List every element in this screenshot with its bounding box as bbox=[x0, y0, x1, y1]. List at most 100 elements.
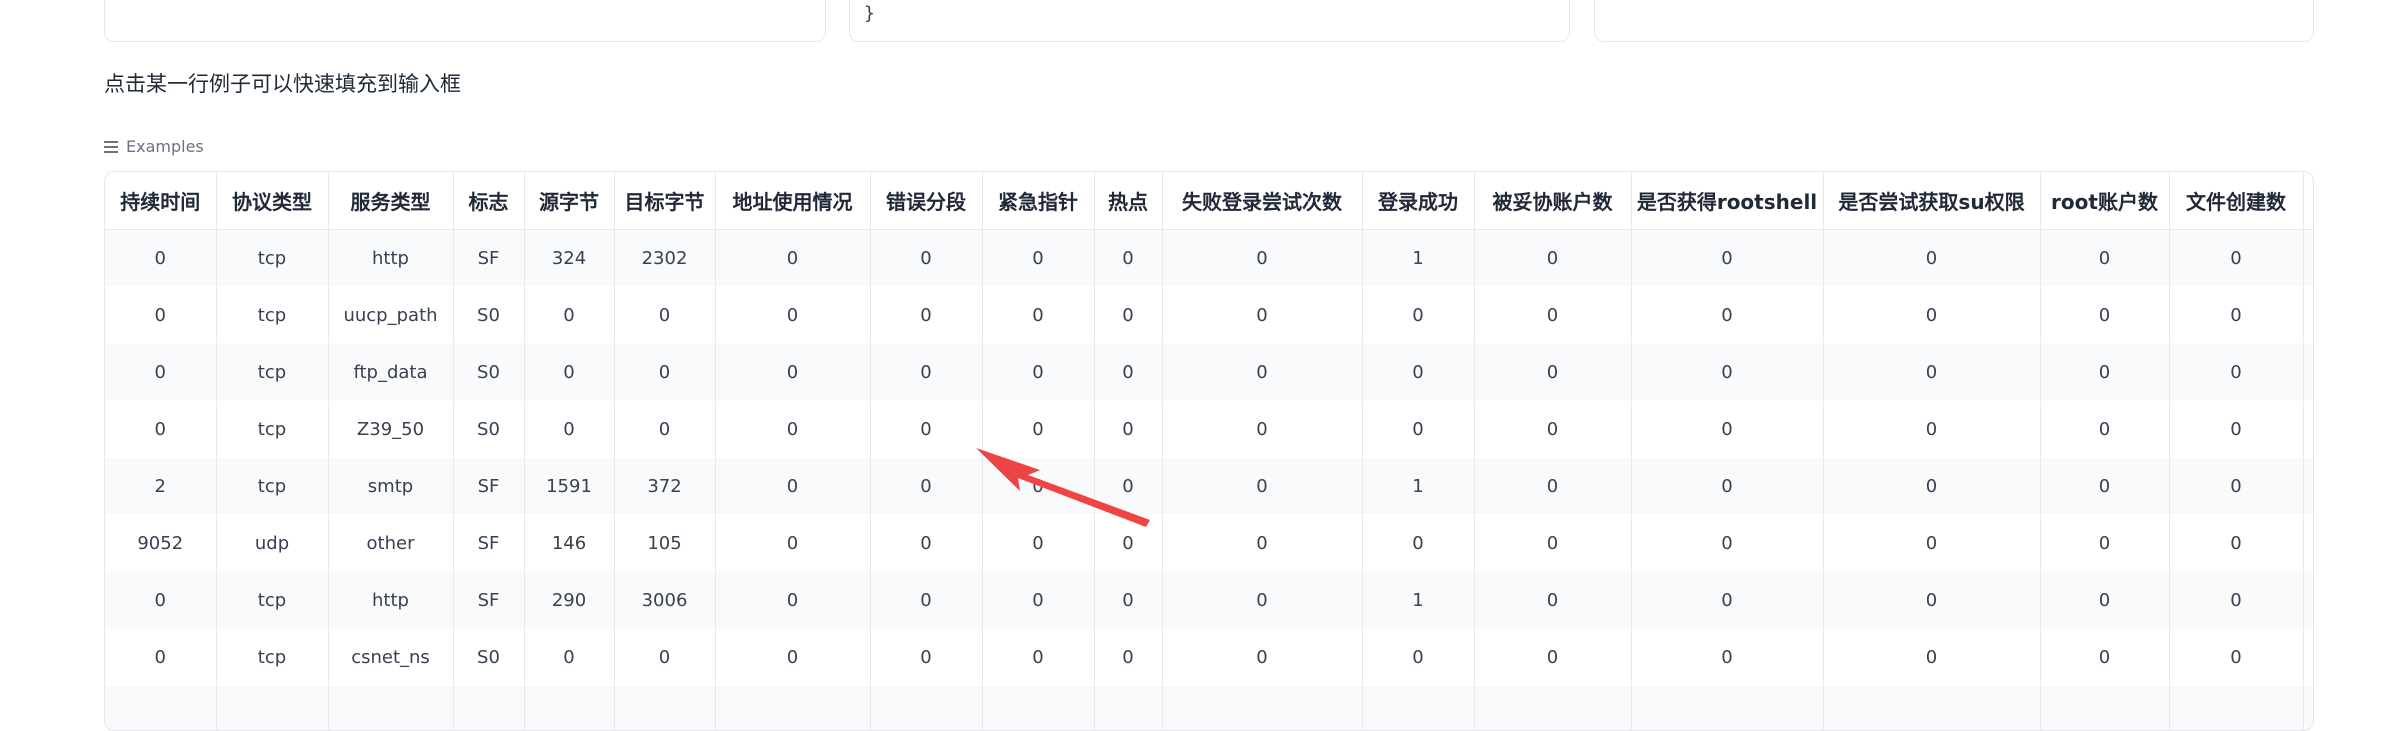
table-cell[interactable] bbox=[1094, 686, 1162, 731]
table-cell[interactable]: uucp_path bbox=[328, 287, 453, 344]
table-cell[interactable]: other bbox=[328, 515, 453, 572]
table-cell[interactable]: 0 bbox=[1474, 458, 1631, 515]
table-cell[interactable]: 0 bbox=[870, 287, 982, 344]
table-cell[interactable]: S0 bbox=[453, 401, 524, 458]
table-cell[interactable]: tcp bbox=[216, 458, 328, 515]
table-cell[interactable]: 3006 bbox=[614, 572, 715, 629]
table-cell[interactable]: 0 bbox=[1094, 629, 1162, 686]
table-row[interactable]: 0tcpZ39_50S00000000000000 bbox=[105, 401, 2314, 458]
table-cell[interactable]: tcp bbox=[216, 629, 328, 686]
table-cell[interactable]: 324 bbox=[524, 230, 614, 287]
table-cell[interactable]: 0 bbox=[614, 287, 715, 344]
table-cell[interactable]: tcp bbox=[216, 230, 328, 287]
table-cell[interactable]: 1591 bbox=[524, 458, 614, 515]
table-cell[interactable]: 0 bbox=[2040, 401, 2169, 458]
table-cell[interactable]: 0 bbox=[715, 230, 870, 287]
table-cell[interactable]: S0 bbox=[453, 629, 524, 686]
table-cell[interactable]: 0 bbox=[1823, 401, 2040, 458]
table-cell[interactable]: 0 bbox=[982, 287, 1094, 344]
table-cell[interactable]: 0 bbox=[1162, 230, 1362, 287]
table-cell[interactable]: 0 bbox=[1162, 287, 1362, 344]
table-cell[interactable]: 0 bbox=[982, 572, 1094, 629]
table-cell[interactable]: 0 bbox=[524, 287, 614, 344]
table-cell[interactable]: 0 bbox=[1162, 629, 1362, 686]
table-cell[interactable] bbox=[1162, 686, 1362, 731]
table-cell[interactable] bbox=[2303, 230, 2314, 287]
table-cell[interactable]: 0 bbox=[2040, 230, 2169, 287]
table-cell[interactable]: 0 bbox=[1362, 629, 1474, 686]
table-cell[interactable]: 0 bbox=[524, 629, 614, 686]
table-cell[interactable]: 1 bbox=[1362, 458, 1474, 515]
table-cell[interactable]: 0 bbox=[1823, 230, 2040, 287]
table-cell[interactable]: 0 bbox=[2040, 629, 2169, 686]
table-cell[interactable]: 0 bbox=[1823, 572, 2040, 629]
table-cell[interactable]: 0 bbox=[2169, 344, 2303, 401]
table-cell[interactable]: 0 bbox=[614, 401, 715, 458]
table-cell[interactable]: 0 bbox=[1474, 629, 1631, 686]
table-cell[interactable]: 0 bbox=[1094, 344, 1162, 401]
table-cell[interactable]: 0 bbox=[2040, 458, 2169, 515]
table-cell[interactable]: tcp bbox=[216, 287, 328, 344]
table-cell[interactable] bbox=[1362, 686, 1474, 731]
table-cell[interactable] bbox=[2040, 686, 2169, 731]
table-cell[interactable]: 0 bbox=[2169, 401, 2303, 458]
table-cell[interactable]: 0 bbox=[105, 572, 216, 629]
table-cell[interactable]: 0 bbox=[715, 458, 870, 515]
table-cell[interactable]: 0 bbox=[2169, 287, 2303, 344]
table-cell[interactable]: 0 bbox=[1162, 515, 1362, 572]
table-cell[interactable] bbox=[715, 686, 870, 731]
table-cell[interactable]: 105 bbox=[614, 515, 715, 572]
table-cell[interactable]: 0 bbox=[105, 230, 216, 287]
table-cell[interactable]: 0 bbox=[715, 287, 870, 344]
table-row[interactable] bbox=[105, 686, 2314, 731]
table-cell[interactable] bbox=[2169, 686, 2303, 731]
table-cell[interactable]: 0 bbox=[1362, 515, 1474, 572]
table-cell[interactable]: SF bbox=[453, 572, 524, 629]
table-cell[interactable]: tcp bbox=[216, 572, 328, 629]
table-cell[interactable] bbox=[2303, 686, 2314, 731]
table-cell[interactable]: csnet_ns bbox=[328, 629, 453, 686]
table-cell[interactable] bbox=[2303, 401, 2314, 458]
table-cell[interactable]: SF bbox=[453, 458, 524, 515]
table-cell[interactable]: 1 bbox=[1362, 230, 1474, 287]
table-cell[interactable]: 0 bbox=[1631, 629, 1823, 686]
table-cell[interactable]: 0 bbox=[1162, 572, 1362, 629]
table-cell[interactable] bbox=[328, 686, 453, 731]
table-cell[interactable]: 0 bbox=[1474, 287, 1631, 344]
table-cell[interactable]: 0 bbox=[614, 344, 715, 401]
table-cell[interactable] bbox=[524, 686, 614, 731]
table-cell[interactable]: 0 bbox=[2169, 230, 2303, 287]
table-cell[interactable] bbox=[2303, 458, 2314, 515]
table-cell[interactable] bbox=[216, 686, 328, 731]
table-cell[interactable]: S0 bbox=[453, 344, 524, 401]
table-cell[interactable]: tcp bbox=[216, 401, 328, 458]
table-cell[interactable]: 0 bbox=[870, 572, 982, 629]
input-box-3[interactable] bbox=[1594, 0, 2314, 42]
table-cell[interactable] bbox=[2303, 572, 2314, 629]
table-cell[interactable]: 0 bbox=[1474, 230, 1631, 287]
table-cell[interactable]: 0 bbox=[1474, 515, 1631, 572]
table-cell[interactable]: 0 bbox=[1094, 401, 1162, 458]
table-cell[interactable]: 290 bbox=[524, 572, 614, 629]
table-cell[interactable]: 0 bbox=[1474, 401, 1631, 458]
table-cell[interactable]: 0 bbox=[982, 515, 1094, 572]
table-cell[interactable]: 0 bbox=[105, 629, 216, 686]
table-cell[interactable]: 0 bbox=[1362, 401, 1474, 458]
table-cell[interactable]: 146 bbox=[524, 515, 614, 572]
table-row[interactable]: 9052udpotherSF14610500000000000 bbox=[105, 515, 2314, 572]
table-cell[interactable]: 0 bbox=[870, 344, 982, 401]
table-cell[interactable]: 0 bbox=[1631, 287, 1823, 344]
table-cell[interactable]: 0 bbox=[524, 344, 614, 401]
table-cell[interactable]: 0 bbox=[870, 401, 982, 458]
table-cell[interactable]: 0 bbox=[2040, 515, 2169, 572]
table-cell[interactable]: 2 bbox=[105, 458, 216, 515]
table-cell[interactable]: 0 bbox=[1162, 344, 1362, 401]
table-cell[interactable]: 0 bbox=[1094, 230, 1162, 287]
table-cell[interactable]: Z39_50 bbox=[328, 401, 453, 458]
table-cell[interactable]: 0 bbox=[870, 629, 982, 686]
table-cell[interactable] bbox=[982, 686, 1094, 731]
table-cell[interactable]: smtp bbox=[328, 458, 453, 515]
table-cell[interactable]: 0 bbox=[1094, 458, 1162, 515]
table-cell[interactable]: http bbox=[328, 230, 453, 287]
table-cell[interactable]: 0 bbox=[2169, 458, 2303, 515]
